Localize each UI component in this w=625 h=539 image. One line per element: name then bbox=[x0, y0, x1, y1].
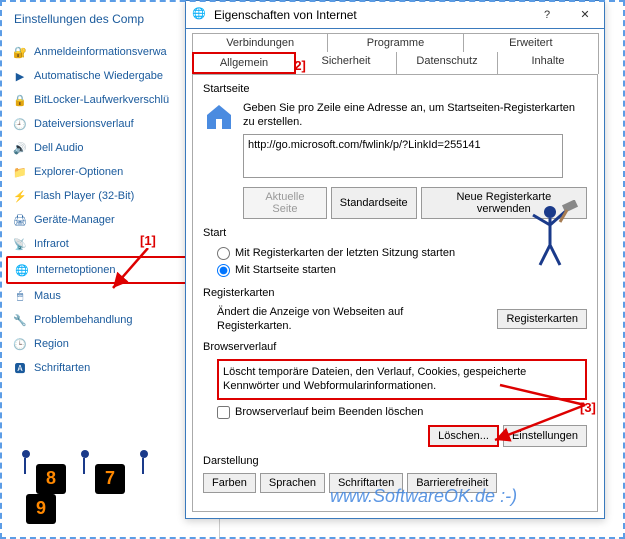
globe-icon: 🌐 bbox=[14, 262, 30, 278]
bitlocker-icon: 🔒 bbox=[12, 92, 28, 108]
tab-erweitert[interactable]: Erweitert bbox=[463, 33, 599, 52]
device-icon: 🖨 bbox=[12, 212, 28, 228]
mouse-icon: 🖱 bbox=[12, 288, 28, 304]
cp-item-devicemgr[interactable]: 🖨Geräte-Manager bbox=[6, 208, 213, 232]
homepage-url-input[interactable] bbox=[243, 134, 563, 178]
browserverlauf-label: Browserverlauf bbox=[203, 341, 587, 353]
audio-icon: 🔊 bbox=[12, 140, 28, 156]
cp-item-internetoptions[interactable]: 🌐Internetoptionen bbox=[6, 256, 213, 284]
dialog-title: Eigenschaften von Internet bbox=[214, 8, 528, 22]
group-startseite: Startseite Geben Sie pro Zeile eine Adre… bbox=[203, 83, 587, 219]
use-new-tab-button[interactable]: Neue Registerkarte verwenden bbox=[421, 187, 587, 219]
close-button[interactable]: ✕ bbox=[566, 1, 604, 29]
colors-button[interactable]: Farben bbox=[203, 473, 256, 493]
home-icon bbox=[203, 101, 235, 133]
regcards-desc: Ändert die Anzeige von Webseiten auf Reg… bbox=[217, 305, 447, 334]
clock-icon: 🕒 bbox=[12, 336, 28, 352]
cp-item-fonts[interactable]: 🅰Schriftarten bbox=[6, 356, 213, 380]
history-settings-button[interactable]: Einstellungen bbox=[503, 425, 587, 447]
filehistory-icon: 🕘 bbox=[12, 116, 28, 132]
score-9: 9 bbox=[26, 494, 56, 524]
titlebar[interactable]: 🌐 Eigenschaften von Internet ? ✕ bbox=[186, 1, 604, 29]
group-browserverlauf: Browserverlauf Löscht temporäre Dateien,… bbox=[203, 341, 587, 447]
languages-button[interactable]: Sprachen bbox=[260, 473, 325, 493]
fonts-button[interactable]: Schriftarten bbox=[329, 473, 403, 493]
score-figures: 8 7 9 bbox=[18, 460, 178, 530]
startseite-label: Startseite bbox=[203, 83, 587, 95]
browserverlauf-desc: Löscht temporäre Dateien, den Verlauf, C… bbox=[217, 359, 587, 400]
infrared-icon: 📡 bbox=[12, 236, 28, 252]
accessibility-button[interactable]: Barrierefreiheit bbox=[407, 473, 497, 493]
delete-history-button[interactable]: Löschen... bbox=[428, 425, 499, 447]
group-start: Start Mit Registerkarten der letzten Sit… bbox=[203, 227, 587, 279]
cp-item-region[interactable]: 🕒Region bbox=[6, 332, 213, 356]
help-button[interactable]: ? bbox=[528, 1, 566, 29]
font-icon: 🅰 bbox=[12, 360, 28, 376]
credential-icon: 🔐 bbox=[12, 44, 28, 60]
startseite-desc: Geben Sie pro Zeile eine Adresse an, um … bbox=[243, 101, 587, 130]
cp-item-autoplay[interactable]: ▶Automatische Wiedergabe bbox=[6, 64, 213, 88]
score-7: 7 bbox=[95, 464, 125, 494]
tab-sicherheit[interactable]: Sicherheit bbox=[295, 52, 397, 74]
group-darstellung: Darstellung Farben Sprachen Schriftarten… bbox=[203, 455, 587, 493]
radio-homepage[interactable]: Mit Startseite starten bbox=[203, 262, 587, 279]
autoplay-icon: ▶ bbox=[12, 68, 28, 84]
radio-last-session[interactable]: Mit Registerkarten der letzten Sitzung s… bbox=[203, 245, 587, 262]
tab-programme[interactable]: Programme bbox=[327, 33, 463, 52]
tabs-settings-button[interactable]: Registerkarten bbox=[497, 309, 587, 329]
start-label: Start bbox=[203, 227, 587, 239]
flash-icon: ⚡ bbox=[12, 188, 28, 204]
cp-item-explorer[interactable]: 📁Explorer-Optionen bbox=[6, 160, 213, 184]
tab-allgemein[interactable]: Allgemein bbox=[192, 52, 296, 74]
regcards-label: Registerkarten bbox=[203, 287, 587, 299]
tab-content-allgemein: Startseite Geben Sie pro Zeile eine Adre… bbox=[192, 74, 598, 512]
cp-item-flash[interactable]: ⚡Flash Player (32-Bit) bbox=[6, 184, 213, 208]
cp-item-troubleshoot[interactable]: 🔧Problembehandlung bbox=[6, 308, 213, 332]
current-page-button[interactable]: Aktuelle Seite bbox=[243, 187, 327, 219]
internet-icon: 🌐 bbox=[192, 7, 208, 23]
folder-icon: 📁 bbox=[12, 164, 28, 180]
darstellung-label: Darstellung bbox=[203, 455, 587, 467]
delete-on-exit-checkbox[interactable]: Browserverlauf beim Beenden löschen bbox=[203, 404, 587, 421]
tab-inhalte[interactable]: Inhalte bbox=[497, 52, 599, 74]
cp-item-credentials[interactable]: 🔐Anmeldeinformationsverwa bbox=[6, 40, 213, 64]
internet-properties-dialog: 🌐 Eigenschaften von Internet ? ✕ Verbind… bbox=[185, 0, 605, 519]
tab-verbindungen[interactable]: Verbindungen bbox=[192, 33, 328, 52]
group-registerkarten: Registerkarten Ändert die Anzeige von We… bbox=[203, 287, 587, 334]
wrench-icon: 🔧 bbox=[12, 312, 28, 328]
score-8: 8 bbox=[36, 464, 66, 494]
cp-item-mouse[interactable]: 🖱Maus bbox=[6, 284, 213, 308]
cp-item-infrared[interactable]: 📡Infrarot bbox=[6, 232, 213, 256]
cp-item-filehistory[interactable]: 🕘Dateiversionsverlauf bbox=[6, 112, 213, 136]
default-page-button[interactable]: Standardseite bbox=[331, 187, 417, 219]
tab-strip: Verbindungen Programme Erweitert Allgeme… bbox=[186, 29, 604, 74]
cp-item-dellaudio[interactable]: 🔊Dell Audio bbox=[6, 136, 213, 160]
cp-item-bitlocker[interactable]: 🔒BitLocker-Laufwerkverschlü bbox=[6, 88, 213, 112]
tab-datenschutz[interactable]: Datenschutz bbox=[396, 52, 498, 74]
